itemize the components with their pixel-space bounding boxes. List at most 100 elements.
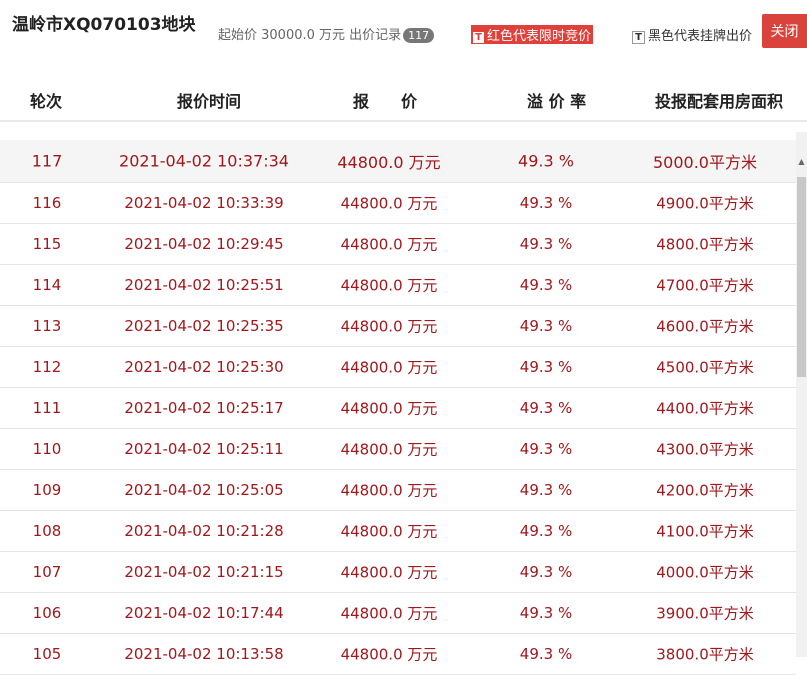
area-cell: 4700.0平方米 — [656, 276, 754, 295]
table-row: 109 2021-04-02 10:25:05 44800.0 万元 49.3 % 42… — [0, 470, 796, 511]
col-area: 投报配套用房面积 — [655, 92, 784, 111]
table-row: 112 2021-04-02 10:25:30 44800.0 万元 49.3 % 45… — [0, 347, 796, 388]
legend-black-label: 黑色代表挂牌出价 — [648, 29, 753, 44]
area-cell: 4600.0平方米 — [656, 317, 754, 336]
col-rate: 溢 价 率 — [527, 92, 587, 111]
close-button[interactable]: 关闭 — [762, 14, 807, 48]
rate-cell: 49.3 % — [519, 358, 573, 376]
legend-red-label: 红色代表限时竞价 — [487, 29, 592, 44]
area-cell: 3900.0平方米 — [656, 604, 754, 623]
rate-cell: 49.3 % — [519, 194, 573, 212]
price-cell: 44800.0 万元 — [340, 235, 438, 254]
round-cell: 106 — [32, 604, 62, 622]
rate-cell: 49.3 % — [519, 276, 573, 294]
time-cell: 2021-04-02 10:25:05 — [124, 481, 284, 499]
round-cell: 112 — [32, 358, 62, 376]
area-cell: 4900.0平方米 — [656, 194, 754, 213]
time-cell: 2021-04-02 10:17:44 — [124, 604, 284, 622]
top-bar: 温岭市XQ070103地块 起始价 30000.0 万元 出价记录 117 T 红色… — [0, 0, 807, 50]
round-cell: 107 — [32, 563, 62, 581]
rate-cell: 49.3 % — [518, 151, 574, 171]
table-row: 117 2021-04-02 10:37:34 44800.0 万元 49.3 % 50… — [0, 140, 796, 183]
rate-cell: 49.3 % — [519, 645, 573, 663]
area-cell: 4200.0平方米 — [656, 481, 754, 500]
area-cell: 4400.0平方米 — [656, 399, 754, 418]
page-title: 温岭市XQ070103地块 — [12, 15, 196, 35]
round-cell: 114 — [32, 276, 62, 294]
scrollbar[interactable]: ▲ — [796, 132, 807, 657]
table-header: 轮次 报价时间 报 价 溢 价 率 投报配套用房面积 — [0, 76, 807, 122]
table-row: 115 2021-04-02 10:29:45 44800.0 万元 49.3 % 48… — [0, 224, 796, 265]
area-cell: 4300.0平方米 — [656, 440, 754, 459]
time-cell: 2021-04-02 10:21:15 — [124, 563, 284, 581]
rate-cell: 49.3 % — [519, 440, 573, 458]
time-cell: 2021-04-02 10:25:35 — [124, 317, 284, 335]
price-cell: 44800.0 万元 — [340, 604, 438, 623]
area-cell: 4000.0平方米 — [656, 563, 754, 582]
time-cell: 2021-04-02 10:13:58 — [124, 645, 284, 663]
col-time: 报价时间 — [177, 92, 242, 111]
area-cell: 4500.0平方米 — [656, 358, 754, 377]
time-cell: 2021-04-02 10:25:30 — [124, 358, 284, 376]
price-cell: 44800.0 万元 — [340, 194, 438, 213]
rate-cell: 49.3 % — [519, 481, 573, 499]
area-cell: 5000.0平方米 — [653, 153, 757, 172]
table-row: 116 2021-04-02 10:33:39 44800.0 万元 49.3 % 49… — [0, 183, 796, 224]
rate-cell: 49.3 % — [519, 563, 573, 581]
price-cell: 44800.0 万元 — [340, 276, 438, 295]
time-cell: 2021-04-02 10:21:28 — [124, 522, 284, 540]
bid-table-body: 117 2021-04-02 10:37:34 44800.0 万元 49.3 % 50… — [0, 140, 796, 675]
price-cell: 44800.0 万元 — [340, 645, 438, 664]
time-cell: 2021-04-02 10:33:39 — [124, 194, 284, 212]
price-cell: 44800.0 万元 — [340, 399, 438, 418]
bid-count-badge: 117 — [403, 28, 435, 43]
price-cell: 44800.0 万元 — [337, 153, 441, 172]
price-cell: 44800.0 万元 — [340, 358, 438, 377]
time-cell: 2021-04-02 10:29:45 — [124, 235, 284, 253]
t-icon: T — [473, 32, 484, 43]
time-cell: 2021-04-02 10:25:17 — [124, 399, 284, 417]
bid-meta: 起始价 30000.0 万元 出价记录 117 — [218, 24, 435, 43]
round-cell: 110 — [32, 440, 62, 458]
area-cell: 4800.0平方米 — [656, 235, 754, 254]
col-round: 轮次 — [30, 92, 63, 111]
round-cell: 117 — [31, 151, 63, 171]
round-cell: 116 — [32, 194, 62, 212]
table-row: 107 2021-04-02 10:21:15 44800.0 万元 49.3 % 40… — [0, 552, 796, 593]
rate-cell: 49.3 % — [519, 399, 573, 417]
time-cell: 2021-04-02 10:25:11 — [124, 440, 284, 458]
round-cell: 113 — [32, 317, 62, 335]
rate-cell: 49.3 % — [519, 604, 573, 622]
time-cell: 2021-04-02 10:37:34 — [119, 151, 289, 171]
start-price-label: 起始价 30000.0 万元 出价记录 — [218, 28, 402, 43]
area-cell: 4100.0平方米 — [656, 522, 754, 541]
legend-black: T 黑色代表挂牌出价 — [632, 25, 752, 44]
price-cell: 44800.0 万元 — [340, 317, 438, 336]
col-price: 报 价 — [353, 92, 418, 111]
table-row: 113 2021-04-02 10:25:35 44800.0 万元 49.3 % 46… — [0, 306, 796, 347]
price-cell: 44800.0 万元 — [340, 563, 438, 582]
table-row: 110 2021-04-02 10:25:11 44800.0 万元 49.3 % 43… — [0, 429, 796, 470]
time-cell: 2021-04-02 10:25:51 — [124, 276, 284, 294]
rate-cell: 49.3 % — [519, 317, 573, 335]
table-row: 105 2021-04-02 10:13:58 44800.0 万元 49.3 % 38… — [0, 634, 796, 675]
price-cell: 44800.0 万元 — [340, 440, 438, 459]
rate-cell: 49.3 % — [519, 235, 573, 253]
rate-cell: 49.3 % — [519, 522, 573, 540]
round-cell: 115 — [32, 235, 62, 253]
table-row: 111 2021-04-02 10:25:17 44800.0 万元 49.3 % 44… — [0, 388, 796, 429]
legend-red: T 红色代表限时竞价 — [471, 25, 594, 44]
table-row: 106 2021-04-02 10:17:44 44800.0 万元 49.3 % 39… — [0, 593, 796, 634]
price-cell: 44800.0 万元 — [340, 481, 438, 500]
round-cell: 108 — [32, 522, 62, 540]
table-row: 108 2021-04-02 10:21:28 44800.0 万元 49.3 % 41… — [0, 511, 796, 552]
table-row: 114 2021-04-02 10:25:51 44800.0 万元 49.3 % 47… — [0, 265, 796, 306]
scroll-thumb[interactable] — [797, 177, 806, 377]
round-cell: 109 — [32, 481, 62, 499]
t-icon: T — [632, 31, 645, 44]
round-cell: 105 — [32, 645, 62, 663]
price-cell: 44800.0 万元 — [340, 522, 438, 541]
scroll-up-icon[interactable]: ▲ — [797, 157, 806, 169]
area-cell: 3800.0平方米 — [656, 645, 754, 664]
round-cell: 111 — [32, 399, 62, 417]
